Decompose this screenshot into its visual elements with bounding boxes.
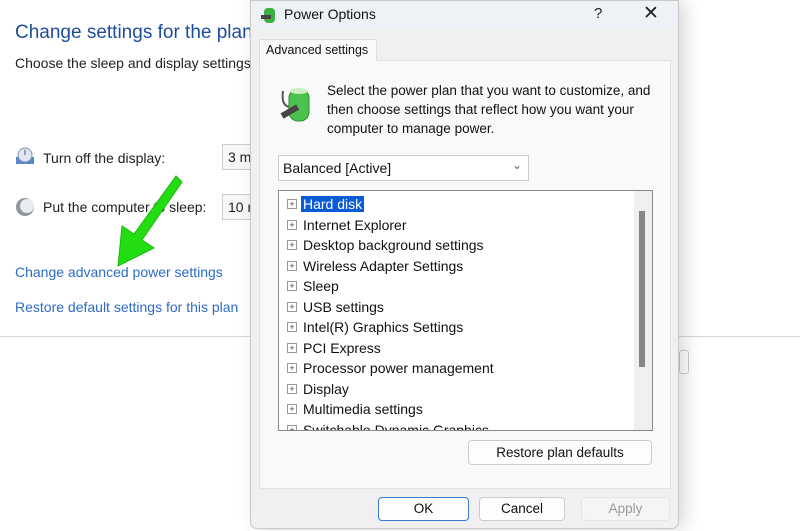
dialog-description: Select the power plan that you want to c… [327,83,651,136]
close-button[interactable]: ✕ [643,2,659,25]
expand-icon[interactable]: + [287,342,297,353]
tree-item[interactable]: + USB settings [287,297,384,317]
tree-item[interactable]: + Sleep [287,276,339,296]
tree-item[interactable]: + Desktop background settings [287,235,484,255]
expand-icon[interactable]: + [287,281,297,291]
expand-icon[interactable]: + [287,199,297,209]
settings-tree[interactable]: + Switchable Dynamic Graphics + Multimedia … [278,190,653,431]
expand-icon[interactable]: + [287,363,297,373]
expand-icon[interactable]: + [287,240,297,250]
tree-item-label: Intel(R) Graphics Settings [303,319,464,335]
expand-icon[interactable]: + [287,301,297,312]
display-icon [15,147,35,170]
apply-button[interactable]: Apply [581,497,670,521]
expand-icon[interactable]: + [287,322,297,332]
power-options-icon [259,5,279,30]
tree-item-label: Switchable Dynamic Graphics [303,421,489,431]
tree-item[interactable]: + Multimedia settings [287,399,423,419]
tree-item-label: PCI Express [303,339,381,356]
green-arrow-annotation [110,172,185,277]
tree-item[interactable]: + Intel(R) Graphics Settings [287,317,463,337]
page-title: Change settings for the plan: [15,22,258,43]
power-options-dialog: Power Options ? ✕ Advanced settings Sele… [250,0,679,529]
tree-item[interactable]: + Wireless Adapter Settings [287,256,463,276]
battery-plug-icon [279,85,319,132]
tree-item[interactable]: + Hard disk [287,194,365,214]
tree-item-label: Internet Explorer [303,216,407,233]
expand-icon[interactable]: + [287,260,297,271]
tree-item-label: USB settings [303,298,384,315]
title-bar: Power Options ? ✕ [251,1,678,29]
help-button[interactable]: ? [594,5,602,22]
sleep-icon [15,197,35,222]
page-subtitle: Choose the sleep and display settings [15,55,251,71]
scrollbar-thumb[interactable] [639,211,645,367]
tree-item[interactable]: + Internet Explorer [287,215,407,235]
tree-item-label: Display [303,380,349,397]
expand-icon[interactable]: + [287,404,297,414]
tree-item[interactable]: + PCI Express [287,338,381,358]
tree-item-label: Multimedia settings [303,401,423,417]
tree-item-label: Sleep [303,278,339,294]
restore-plan-defaults-button[interactable]: Restore plan defaults [468,440,652,465]
tree-item[interactable]: + Display [287,379,349,399]
expand-icon[interactable]: + [287,383,297,394]
display-label: Turn off the display: [43,150,166,166]
cancel-button[interactable]: Cancel [479,497,565,521]
background-button[interactable] [679,350,689,374]
expand-icon[interactable]: + [287,219,297,230]
tree-item-label: Processor power management [303,360,494,376]
tree-item-label: Desktop background settings [303,237,484,253]
tree-item[interactable]: + Processor power management [287,358,494,378]
tree-item[interactable]: + Switchable Dynamic Graphics [287,420,489,431]
power-plan-value: Balanced [Active] [283,160,392,176]
restore-default-settings-link[interactable]: Restore default settings for this plan [15,299,238,315]
ok-button[interactable]: OK [378,497,469,521]
expand-icon[interactable]: + [287,424,297,430]
chevron-down-icon: ⌄ [511,158,522,172]
tree-item-label: Hard disk [301,196,365,212]
scrollbar[interactable] [634,191,652,430]
power-plan-select[interactable]: Balanced [Active] ⌄ [278,155,529,181]
tab-advanced-settings[interactable]: Advanced settings [259,39,377,61]
tree-item-label: Wireless Adapter Settings [303,257,464,274]
dialog-title: Power Options [284,6,376,22]
